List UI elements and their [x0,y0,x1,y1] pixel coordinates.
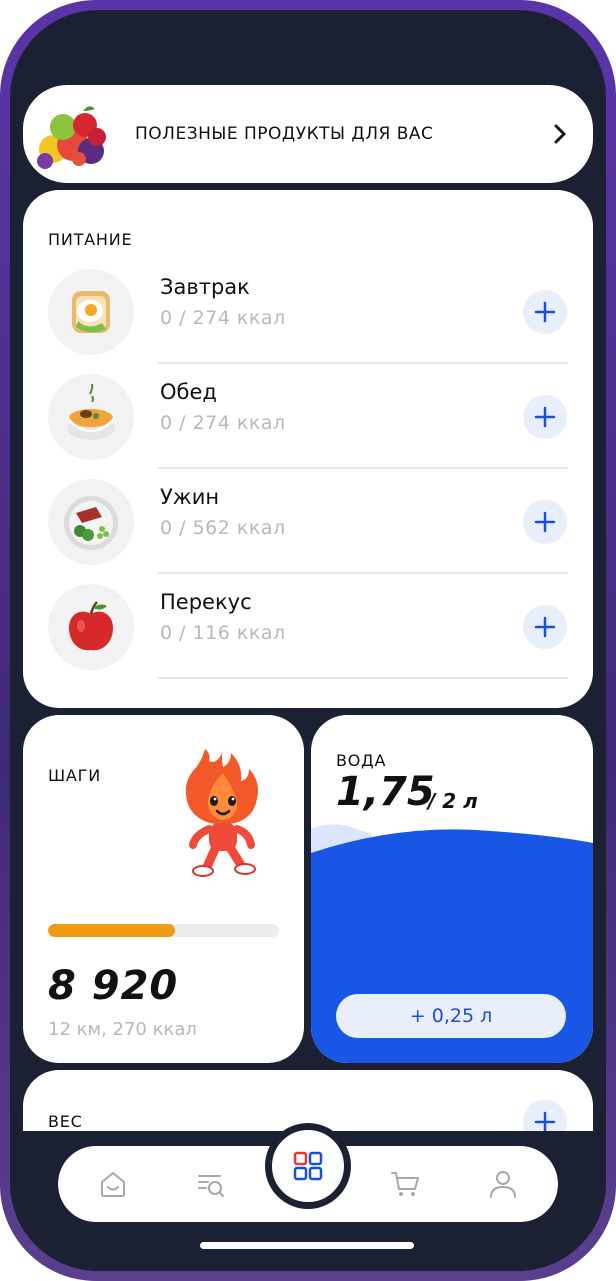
tab-cart[interactable] [375,1146,435,1222]
nutrition-card: ПИТАНИЕ Завтрак 0 / 274 ккал Обед 0 / 27… [23,190,593,708]
nutrition-title: ПИТАНИЕ [48,230,133,249]
weight-title: ВЕС [48,1112,83,1131]
screen: ПОЛЕЗНЫЕ ПРОДУКТЫ ДЛЯ ВАС ПИТАНИЕ Завтра… [10,10,606,1271]
healthy-products-banner[interactable]: ПОЛЕЗНЫЕ ПРОДУКТЫ ДЛЯ ВАС [23,85,593,183]
add-snack-button[interactable] [523,605,567,649]
steps-progress-fill [48,924,176,937]
tab-search-list[interactable] [181,1146,241,1222]
plus-icon [534,301,556,323]
phone-frame: ПОЛЕЗНЫЕ ПРОДУКТЫ ДЛЯ ВАС ПИТАНИЕ Завтра… [0,0,616,1281]
water-title: ВОДА [336,751,387,770]
steps-progress-bar [48,924,279,937]
banner-title: ПОЛЕЗНЫЕ ПРОДУКТЫ ДЛЯ ВАС [135,124,434,144]
plus-icon [534,616,556,638]
cart-icon [391,1172,419,1196]
meal-kcal: 0 / 116 ккал [160,622,286,644]
meal-kcal: 0 / 274 ккал [160,307,286,329]
grid-icon [293,1151,323,1181]
add-dinner-button[interactable] [523,500,567,544]
water-goal: / 2 л [428,789,478,813]
profile-icon [490,1171,516,1198]
divider [158,572,568,574]
meal-kcal: 0 / 274 ккал [160,412,286,434]
meal-row-snack[interactable]: Перекус 0 / 116 ккал [23,584,593,689]
steps-details: 12 км, 270 ккал [48,1019,197,1040]
meal-name: Обед [160,380,217,404]
fruits-basket-icon [37,106,106,169]
water-value: 1,75 [336,769,435,815]
divider [158,362,568,364]
steps-title: ШАГИ [48,766,101,785]
steak-plate-icon [48,479,134,565]
divider [158,467,568,469]
plus-icon [534,511,556,533]
meal-name: Перекус [160,590,252,614]
tab-profile[interactable] [473,1146,533,1222]
tab-home[interactable] [83,1146,143,1222]
add-breakfast-button[interactable] [523,290,567,334]
meal-name: Ужин [160,485,220,509]
add-water-button[interactable]: + 0,25 л [336,994,566,1038]
meal-name: Завтрак [160,275,250,299]
steps-count: 8 920 [48,963,179,1009]
meal-row-lunch[interactable]: Обед 0 / 274 ккал [23,374,593,479]
steps-card[interactable]: ШАГИ 8 920 12 км, 270 ккал [23,715,304,1063]
water-card[interactable]: ВОДА 1,75 / 2 л + 0,25 л [311,715,593,1063]
soup-bowl-icon [48,374,134,460]
apple-icon [48,584,134,670]
meal-row-breakfast[interactable]: Завтрак 0 / 274 ккал [23,269,593,374]
divider [158,677,568,679]
meal-kcal: 0 / 562 ккал [160,517,286,539]
meal-row-dinner[interactable]: Ужин 0 / 562 ккал [23,479,593,584]
plus-icon [534,406,556,428]
tab-dashboard[interactable] [265,1123,351,1209]
fire-mascot-icon [185,749,258,877]
home-indicator [200,1242,414,1249]
chevron-right-icon[interactable] [547,121,573,147]
home-icon [101,1172,125,1197]
search-list-icon [198,1175,224,1197]
fried-egg-toast-icon [48,269,134,355]
add-lunch-button[interactable] [523,395,567,439]
